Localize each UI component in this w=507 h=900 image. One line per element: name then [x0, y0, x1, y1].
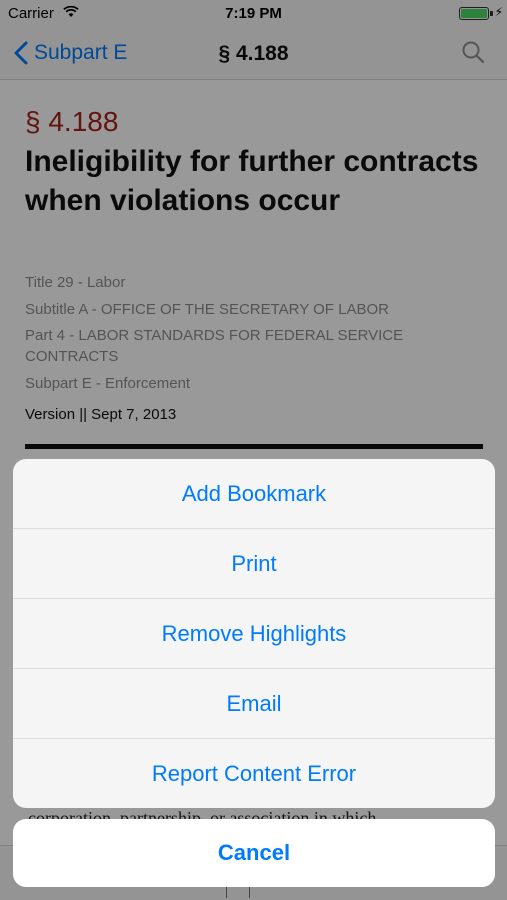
remove-highlights-button[interactable]: Remove Highlights — [13, 599, 495, 669]
email-button[interactable]: Email — [13, 669, 495, 739]
print-button[interactable]: Print — [13, 529, 495, 599]
action-sheet: Add Bookmark Print Remove Highlights Ema… — [13, 459, 495, 808]
add-bookmark-button[interactable]: Add Bookmark — [13, 459, 495, 529]
report-content-error-button[interactable]: Report Content Error — [13, 739, 495, 808]
cancel-button[interactable]: Cancel — [13, 819, 495, 887]
